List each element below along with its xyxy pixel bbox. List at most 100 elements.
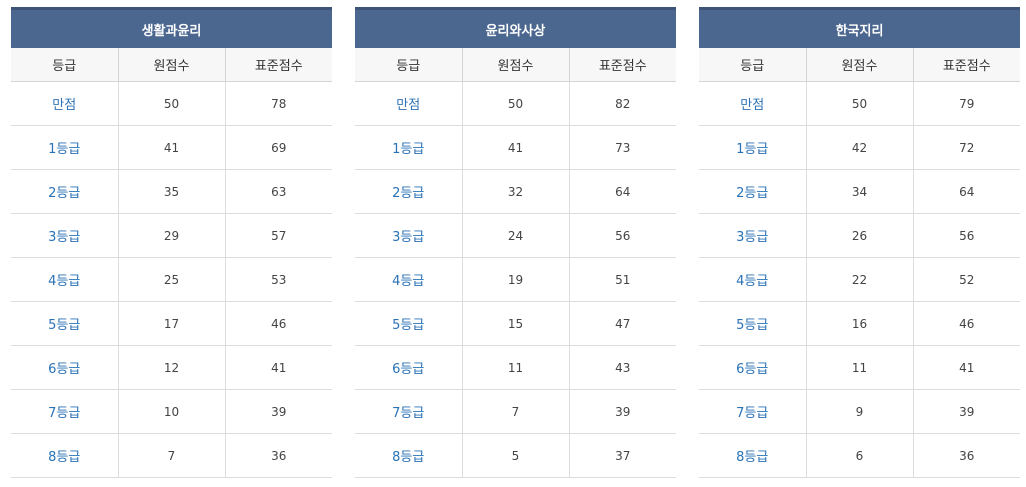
table-row: 3등급 29 57 (11, 213, 332, 258)
table-row: 6등급 12 41 (11, 345, 332, 390)
table-row: 2등급 34 64 (699, 169, 1021, 214)
table-row: 4등급 25 53 (11, 257, 332, 302)
grade-cell: 1등급 (11, 125, 119, 170)
standard-score-cell: 63 (225, 169, 332, 214)
table-row: 5등급 16 46 (699, 301, 1021, 346)
raw-score-cell: 7 (118, 433, 226, 478)
grade-cell: 4등급 (699, 257, 807, 302)
standard-score-cell: 36 (225, 433, 332, 478)
grade-cell: 2등급 (11, 169, 119, 214)
standard-score-cell: 79 (913, 81, 1021, 126)
table-row: 8등급 6 36 (699, 433, 1021, 478)
grade-cell: 5등급 (355, 301, 463, 346)
raw-score-cell: 35 (118, 169, 226, 214)
column-header-raw-score: 원점수 (806, 48, 914, 82)
grade-cell: 만점 (355, 81, 463, 126)
standard-score-cell: 56 (913, 213, 1021, 258)
standard-score-cell: 43 (569, 345, 676, 390)
table-row: 만점 50 78 (11, 81, 332, 126)
raw-score-cell: 50 (462, 81, 570, 126)
standard-score-cell: 41 (225, 345, 332, 390)
standard-score-cell: 64 (913, 169, 1021, 214)
standard-score-cell: 78 (225, 81, 332, 126)
raw-score-cell: 10 (118, 389, 226, 434)
grade-cell: 1등급 (355, 125, 463, 170)
grade-cell: 만점 (699, 81, 807, 126)
raw-score-cell: 29 (118, 213, 226, 258)
standard-score-cell: 37 (569, 433, 676, 478)
raw-score-cell: 7 (462, 389, 570, 434)
grade-cell: 6등급 (11, 345, 119, 390)
score-tables: 생활과윤리 등급 원점수 표준점수 만점 50 78 1등급 41 69 2등급 35 63 3등… (11, 7, 1021, 478)
grade-cell: 3등급 (355, 213, 463, 258)
standard-score-cell: 69 (225, 125, 332, 170)
standard-score-cell: 56 (569, 213, 676, 258)
column-header-grade: 등급 (11, 48, 119, 82)
table-row: 7등급 7 39 (355, 389, 676, 434)
grade-cell: 3등급 (699, 213, 807, 258)
raw-score-cell: 19 (462, 257, 570, 302)
column-header-standard-score: 표준점수 (569, 48, 676, 82)
column-header-standard-score: 표준점수 (913, 48, 1021, 82)
column-header-standard-score: 표준점수 (225, 48, 332, 82)
table-row: 4등급 19 51 (355, 257, 676, 302)
table-row: 3등급 26 56 (699, 213, 1021, 258)
grade-cell: 4등급 (355, 257, 463, 302)
raw-score-cell: 26 (806, 213, 914, 258)
standard-score-cell: 64 (569, 169, 676, 214)
raw-score-cell: 25 (118, 257, 226, 302)
raw-score-cell: 16 (806, 301, 914, 346)
grade-cell: 4등급 (11, 257, 119, 302)
grade-cell: 7등급 (699, 389, 807, 434)
table-row: 5등급 15 47 (355, 301, 676, 346)
table-row: 만점 50 79 (699, 81, 1021, 126)
standard-score-cell: 73 (569, 125, 676, 170)
table-row: 8등급 5 37 (355, 433, 676, 478)
raw-score-cell: 41 (462, 125, 570, 170)
grade-cell: 2등급 (699, 169, 807, 214)
table-row: 1등급 41 69 (11, 125, 332, 170)
subject-title: 윤리와사상 (355, 7, 676, 48)
grade-cell: 1등급 (699, 125, 807, 170)
raw-score-cell: 22 (806, 257, 914, 302)
column-header-raw-score: 원점수 (462, 48, 570, 82)
raw-score-cell: 32 (462, 169, 570, 214)
standard-score-cell: 53 (225, 257, 332, 302)
table-row: 만점 50 82 (355, 81, 676, 126)
standard-score-cell: 72 (913, 125, 1021, 170)
grade-cell: 5등급 (699, 301, 807, 346)
grade-cell: 7등급 (355, 389, 463, 434)
subject-title: 한국지리 (699, 7, 1021, 48)
standard-score-cell: 82 (569, 81, 676, 126)
table-row: 7등급 9 39 (699, 389, 1021, 434)
column-header-raw-score: 원점수 (118, 48, 226, 82)
standard-score-cell: 47 (569, 301, 676, 346)
column-header-grade: 등급 (699, 48, 807, 82)
grade-cell: 3등급 (11, 213, 119, 258)
standard-score-cell: 51 (569, 257, 676, 302)
table-row: 5등급 17 46 (11, 301, 332, 346)
raw-score-cell: 34 (806, 169, 914, 214)
subject-title: 생활과윤리 (11, 7, 332, 48)
raw-score-cell: 15 (462, 301, 570, 346)
column-header-grade: 등급 (355, 48, 463, 82)
raw-score-cell: 11 (462, 345, 570, 390)
standard-score-cell: 39 (569, 389, 676, 434)
score-table-3: 한국지리 등급 원점수 표준점수 만점 50 79 1등급 42 72 2등급 34 64 3등급… (699, 7, 1021, 478)
raw-score-cell: 9 (806, 389, 914, 434)
grade-cell: 5등급 (11, 301, 119, 346)
table-row: 8등급 7 36 (11, 433, 332, 478)
standard-score-cell: 46 (913, 301, 1021, 346)
raw-score-cell: 6 (806, 433, 914, 478)
standard-score-cell: 36 (913, 433, 1021, 478)
raw-score-cell: 5 (462, 433, 570, 478)
grade-cell: 8등급 (355, 433, 463, 478)
raw-score-cell: 11 (806, 345, 914, 390)
standard-score-cell: 52 (913, 257, 1021, 302)
raw-score-cell: 50 (806, 81, 914, 126)
grade-cell: 8등급 (11, 433, 119, 478)
grade-cell: 6등급 (699, 345, 807, 390)
standard-score-cell: 57 (225, 213, 332, 258)
grade-cell: 7등급 (11, 389, 119, 434)
table-row: 6등급 11 41 (699, 345, 1021, 390)
